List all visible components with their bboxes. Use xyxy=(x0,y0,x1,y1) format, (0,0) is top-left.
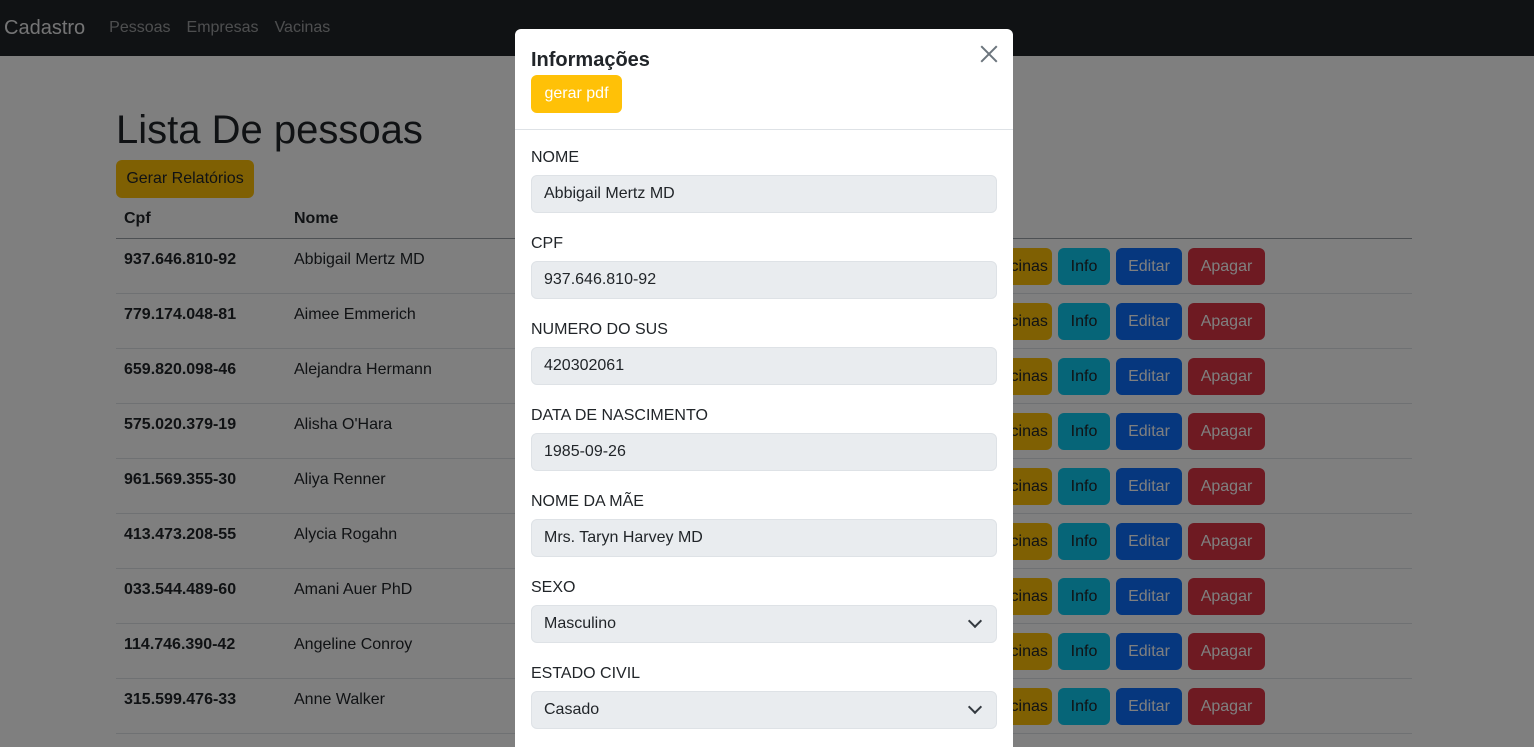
nome-da-mae-input[interactable]: Mrs. Taryn Harvey MD xyxy=(531,519,997,557)
generate-pdf-button[interactable]: gerar pdf xyxy=(531,75,622,113)
label-estado-civil: ESTADO CIVIL xyxy=(531,665,641,682)
label-cpf: CPF xyxy=(531,235,563,252)
nome-value: Abbigail Mertz MD xyxy=(544,185,675,202)
nome-input[interactable]: Abbigail Mertz MD xyxy=(531,175,997,213)
estado-civil-select[interactable]: Casado xyxy=(531,691,997,729)
estado-civil-value: Casado xyxy=(544,701,600,718)
modal-title: Informações xyxy=(531,49,650,71)
label-nome: NOME xyxy=(531,149,579,166)
modal-body: NOME Abbigail Mertz MD CPF 937.646.810-92 NU… xyxy=(531,131,997,747)
sexo-select[interactable]: Masculino xyxy=(531,605,997,643)
sexo-value: Masculino xyxy=(544,615,617,632)
form-field-numero-do-sus: NUMERO DO SUS 420302061 xyxy=(531,321,997,407)
nome-da-mae-value: Mrs. Taryn Harvey MD xyxy=(544,529,703,546)
form-field-nome-da-mae: NOME DA MÃE Mrs. Taryn Harvey MD xyxy=(531,493,997,579)
data-de-nascimento-input[interactable]: 1985-09-26 xyxy=(531,433,997,471)
numero-do-sus-input[interactable]: 420302061 xyxy=(531,347,997,385)
form-field-cpf: CPF 937.646.810-92 xyxy=(531,235,997,321)
cpf-value: 937.646.810-92 xyxy=(544,271,657,288)
info-modal: Informações gerar pdf NOME Abbigail Mertz… xyxy=(515,29,1013,747)
form-field-estado-civil: ESTADO CIVIL Casado xyxy=(531,665,997,747)
label-nome-da-mae: NOME DA MÃE xyxy=(531,493,644,510)
form-field-nome: NOME Abbigail Mertz MD xyxy=(531,149,997,235)
data-de-nascimento-value: 1985-09-26 xyxy=(544,443,626,460)
label-data-de-nascimento: DATA DE NASCIMENTO xyxy=(531,407,708,424)
close-icon[interactable] xyxy=(977,42,1001,66)
chevron-down-icon xyxy=(967,699,983,715)
label-sexo: SEXO xyxy=(531,579,576,596)
cpf-input[interactable]: 937.646.810-92 xyxy=(531,261,997,299)
modal-header: Informações gerar pdf xyxy=(515,29,1013,130)
label-numero-do-sus: NUMERO DO SUS xyxy=(531,321,668,338)
form-field-sexo: SEXO Masculino xyxy=(531,579,997,665)
chevron-down-icon xyxy=(967,613,983,629)
numero-do-sus-value: 420302061 xyxy=(544,357,625,374)
form-field-data-de-nascimento: DATA DE NASCIMENTO 1985-09-26 xyxy=(531,407,997,493)
